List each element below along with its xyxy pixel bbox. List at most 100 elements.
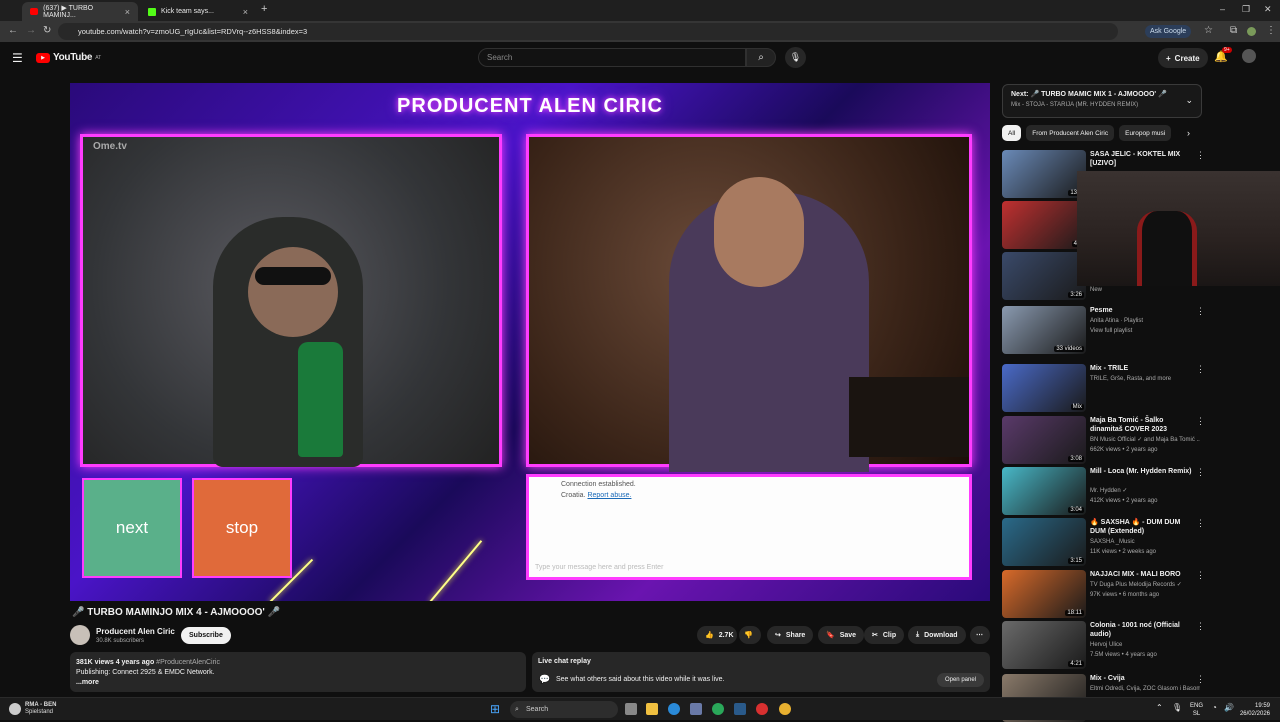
chrome-icon[interactable] [779, 703, 791, 715]
recommendation-item[interactable]: 18:11 NAJJACI MIX - MALI BORO ⋮ TV Duga Plu… [1002, 570, 1205, 618]
save-button[interactable]: 🔖 Save [818, 626, 865, 644]
video-thumbnail[interactable]: 3:04 [1002, 467, 1086, 515]
ask-google-button[interactable]: Ask Google [1145, 25, 1192, 38]
video-thumbnail[interactable]: 3:15 [1002, 518, 1086, 566]
chevron-down-icon[interactable]: ⌄ [1185, 95, 1193, 106]
more-options-icon[interactable]: ⋮ [1196, 306, 1205, 317]
up-next-playlist-box[interactable]: Next: 🎤 TURBO MAMIC MIX 1 - AJMOOOO' 🎤 M… [1002, 84, 1202, 118]
recommendation-title[interactable]: NAJJACI MIX - MALI BORO [1090, 570, 1194, 579]
tray-chevron-icon[interactable]: ⌃ [1156, 703, 1163, 712]
hamburger-menu-icon[interactable]: ☰ [12, 51, 23, 65]
more-options-icon[interactable]: ⋮ [1196, 416, 1205, 427]
video-thumbnail[interactable]: 3:26 [1002, 252, 1086, 300]
recommendation-title[interactable]: Colonia - 1001 noć (Official audio) [1090, 621, 1194, 639]
video-thumbnail[interactable]: 33 videos [1002, 306, 1086, 354]
video-thumbnail[interactable]: 13:5 [1002, 150, 1086, 198]
bookmark-star-icon[interactable]: ☆ [1204, 25, 1213, 36]
recommendation-item[interactable]: 3:08 Maja Ba Tomić - Šalko dinamitaš COVE… [1002, 416, 1205, 464]
download-button[interactable]: ⤓ Download [908, 626, 966, 644]
open-panel-button[interactable]: Open panel [936, 673, 984, 687]
volume-icon[interactable]: 🔊 [1224, 703, 1234, 712]
forward-icon[interactable]: → [26, 25, 36, 36]
windows-start-icon[interactable]: ⊞ [490, 702, 500, 716]
video-thumbnail[interactable]: 3:08 [1002, 416, 1086, 464]
recommendation-title[interactable]: Mix - Cvija [1090, 674, 1194, 683]
recommendation-item[interactable]: 33 videos Pesme ⋮ Anita Atina · Playlist Vie… [1002, 306, 1205, 354]
wifi-icon[interactable]: ◔ [1212, 703, 1217, 712]
clip-button[interactable]: ✂ Clip [864, 626, 905, 644]
extensions-icon[interactable]: ⧉ [1230, 25, 1237, 36]
recommendation-stats[interactable]: View full playlist [1090, 327, 1200, 336]
search-button[interactable]: ⌕ [746, 48, 776, 67]
chevron-right-icon[interactable]: › [1187, 128, 1190, 138]
more-options-icon[interactable]: ⋮ [1196, 621, 1205, 632]
video-thumbnail[interactable]: 18:11 [1002, 570, 1086, 618]
recommendation-title[interactable]: SASA JELIC - KOKTEL MIX [UZIVO] [1090, 150, 1194, 168]
maximize-icon[interactable]: ❐ [1242, 4, 1250, 15]
store-icon[interactable] [690, 703, 702, 715]
chip-all[interactable]: All [1002, 125, 1022, 141]
recommendation-item[interactable]: 3:15 🔥 SAXSHA 🔥 - DUM DUM DUM (Extended) ⋮… [1002, 518, 1205, 566]
more-options-icon[interactable]: ⋮ [1196, 518, 1205, 529]
channel-name[interactable]: Producent Alen Ciric [96, 627, 175, 636]
reload-icon[interactable]: ↻ [43, 25, 51, 36]
steam-icon[interactable] [734, 703, 746, 715]
recommendation-item[interactable]: 4:21 Colonia - 1001 noć (Official audio) ⋮… [1002, 621, 1205, 669]
app-icon[interactable] [756, 703, 768, 715]
create-button[interactable]: + Create [1158, 48, 1208, 68]
voice-search-button[interactable]: 🎙 [785, 47, 806, 68]
video-thumbnail[interactable]: Mix [1002, 364, 1086, 412]
dislike-button[interactable]: 👎 [739, 626, 761, 644]
close-window-icon[interactable]: ✕ [1264, 4, 1272, 15]
share-button[interactable]: ↪ Share [767, 626, 814, 644]
close-tab-icon[interactable]: × [243, 7, 248, 17]
more-options-icon[interactable]: ⋮ [1196, 364, 1205, 375]
youtube-logo[interactable]: ▶ YouTube AT [36, 52, 101, 63]
subscribe-button[interactable]: Subscribe [181, 627, 231, 644]
like-button[interactable]: 👍 2.7K [697, 626, 737, 644]
more-options-icon[interactable]: ⋮ [1196, 150, 1205, 161]
file-explorer-icon[interactable] [646, 703, 658, 715]
tab-kick[interactable]: Kick team says... × [140, 2, 256, 21]
url-field[interactable]: youtube.com/watch?v=zmoUG_rIgUc&list=RDV… [58, 23, 1118, 40]
description-box[interactable]: 381K views 4 years ago #ProducentAlenCir… [70, 652, 526, 692]
account-avatar[interactable] [1242, 49, 1256, 63]
xbox-icon[interactable] [712, 703, 724, 715]
mic-tray-icon[interactable]: 🎙 [1172, 703, 1182, 712]
show-more-link[interactable]: ...more [76, 678, 520, 688]
recommendation-title[interactable]: 🔥 SAXSHA 🔥 - DUM DUM DUM (Extended) [1090, 518, 1194, 536]
more-options-icon[interactable]: ⋮ [1196, 674, 1205, 685]
sports-widget-icon[interactable] [9, 703, 21, 715]
more-options-icon[interactable]: ⋮ [1196, 570, 1205, 581]
hashtag-link[interactable]: #ProducentAlenCiric [156, 659, 220, 666]
more-actions-button[interactable]: ⋯ [970, 626, 990, 644]
back-icon[interactable]: ← [8, 25, 18, 36]
recommendation-item[interactable]: Mix Mix - TRILE ⋮ TRILE, Grše, Rasta, and m… [1002, 364, 1205, 412]
widget-text[interactable]: RMA - BEN Spielstand [25, 702, 56, 716]
recommendation-title[interactable]: Mill - Loca (Mr. Hydden Remix) [1090, 467, 1194, 476]
tab-youtube[interactable]: (637) ▶ TURBO MAMINJ... × [22, 2, 138, 21]
recommendation-title[interactable]: Mix - TRILE [1090, 364, 1194, 373]
system-clock[interactable]: 19:59 26/02/2026 [1240, 702, 1270, 718]
new-tab-button[interactable]: + [261, 3, 267, 15]
video-thumbnail[interactable]: 4:4 [1002, 201, 1086, 249]
profile-avatar[interactable] [1247, 27, 1256, 36]
taskbar-search[interactable]: ⌕ Search [510, 701, 618, 718]
recommendation-item[interactable]: 3:04 Mill - Loca (Mr. Hydden Remix) ⋮ Mr. H… [1002, 467, 1205, 515]
search-input[interactable]: Search [478, 48, 746, 67]
more-options-icon[interactable]: ⋮ [1196, 467, 1205, 478]
video-player[interactable]: PRODUCENT ALEN CIRIC Ome.tv next stop Co… [70, 83, 990, 601]
language-indicator[interactable]: ENG SL [1190, 702, 1203, 718]
minimize-icon[interactable]: – [1220, 4, 1225, 14]
chip-europop[interactable]: Europop musi [1119, 125, 1172, 141]
recommendation-title[interactable]: Maja Ba Tomić - Šalko dinamitaš COVER 20… [1090, 416, 1194, 434]
chip-from-channel[interactable]: From Producent Alen Ciric [1026, 125, 1115, 141]
video-thumbnail[interactable]: 4:21 [1002, 621, 1086, 669]
recommendation-title[interactable]: Pesme [1090, 306, 1194, 315]
recommendation-stats: 412K views • 2 years ago [1090, 498, 1158, 504]
close-tab-icon[interactable]: × [125, 7, 130, 17]
edge-icon[interactable] [668, 703, 680, 715]
channel-avatar[interactable] [70, 625, 90, 645]
task-view-icon[interactable] [625, 703, 637, 715]
browser-menu-icon[interactable]: ⋮ [1266, 25, 1276, 36]
